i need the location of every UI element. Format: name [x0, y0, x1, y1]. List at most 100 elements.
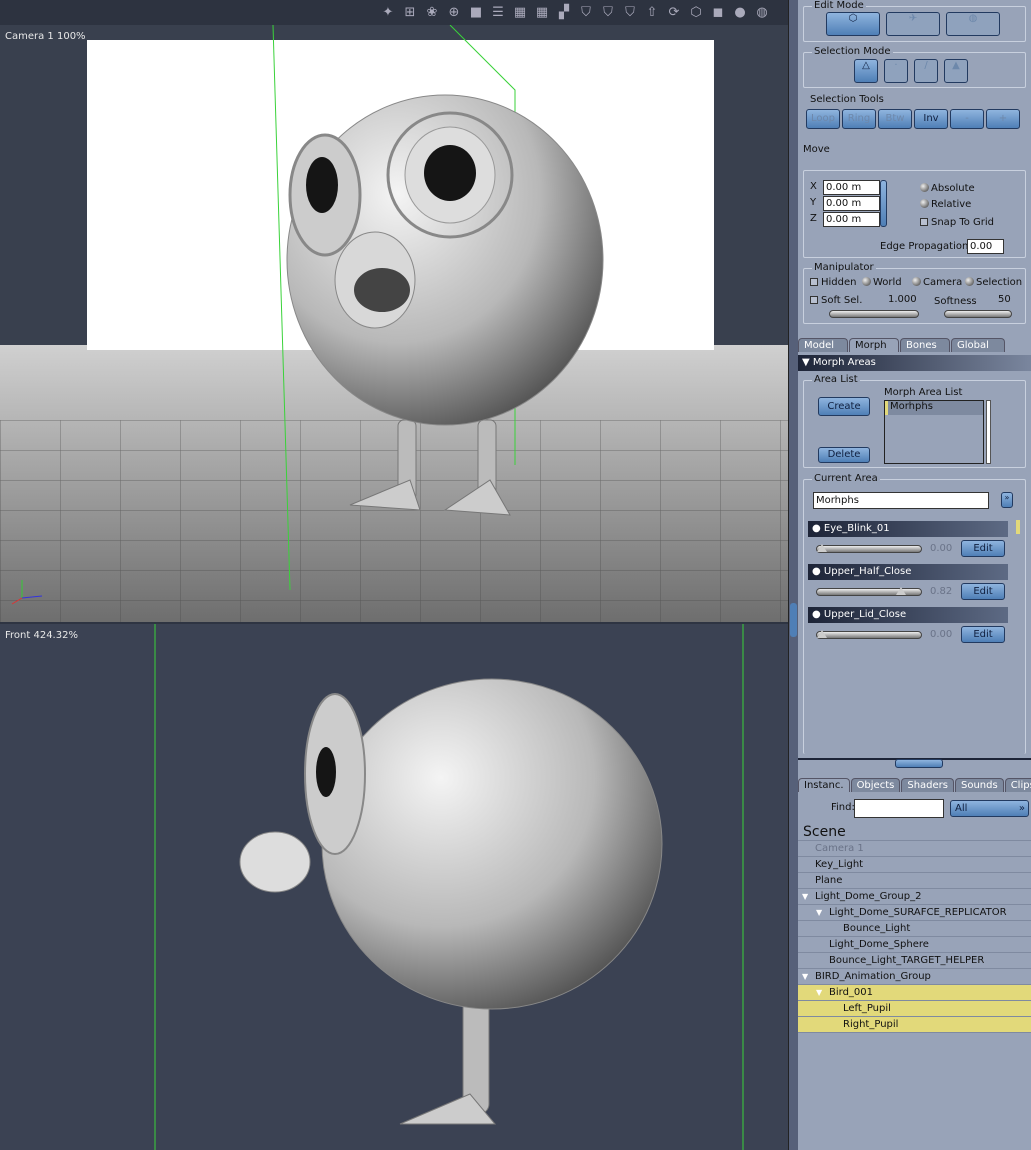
morph-slider[interactable]	[816, 630, 922, 639]
selection-radio[interactable]: Selection	[965, 277, 1022, 288]
pane-divider-handle[interactable]	[895, 759, 943, 768]
select-vertex-face-button[interactable]: △	[854, 59, 878, 83]
tab-morph[interactable]: Morph	[849, 338, 899, 352]
selection-tool-button[interactable]: +	[986, 109, 1020, 129]
find-input[interactable]	[854, 799, 944, 818]
slider-thumb[interactable]	[817, 544, 827, 552]
morph-areas-header[interactable]: ▼ Morph Areas	[798, 355, 1031, 371]
layout-single-icon[interactable]: ■	[468, 5, 484, 21]
layout-split-h-icon[interactable]: ☰	[490, 5, 506, 21]
selection-tool-button[interactable]: Loop	[806, 109, 840, 129]
arrow-up-icon[interactable]: ⇧	[644, 5, 660, 21]
selection-tool-button[interactable]: Inv	[914, 109, 948, 129]
scene-tree-item[interactable]: Bounce_Light_TARGET_HELPER	[798, 953, 1031, 969]
scene-tree-item[interactable]: ▼ Light_Dome_SURAFCE_REPLICATOR	[798, 905, 1031, 921]
disclosure-triangle-icon[interactable]: ▼	[816, 985, 822, 1001]
y-field[interactable]: 0.00 m	[823, 196, 880, 211]
filter-dropdown[interactable]: All »	[950, 800, 1029, 817]
morph-slider[interactable]	[816, 587, 922, 596]
x-field[interactable]: 0.00 m	[823, 180, 880, 195]
camera-radio[interactable]: Camera	[912, 277, 962, 288]
tab-sounds[interactable]: Sounds	[954, 778, 1004, 792]
selection-tool-button[interactable]: Btw	[878, 109, 912, 129]
morph-header[interactable]: ● Upper_Half_Close	[808, 564, 1008, 580]
delete-button[interactable]: Delete	[818, 447, 870, 463]
morph-area-list[interactable]: Morhphs	[884, 400, 984, 464]
edit-morph-button[interactable]: Edit	[961, 540, 1005, 557]
edit-bones-mode-button[interactable]: ✈	[886, 12, 940, 36]
slider-thumb[interactable]	[895, 587, 906, 595]
rotate-icon[interactable]: ⟳	[666, 5, 682, 21]
tab-shaders[interactable]: Shaders	[901, 778, 954, 792]
disclosure-triangle-icon[interactable]: ▼	[802, 969, 808, 985]
tab-objects[interactable]: Objects	[850, 778, 901, 792]
current-area-dropdown[interactable]: »	[1001, 492, 1013, 508]
scene-tree-item[interactable]: Bounce_Light	[798, 921, 1031, 937]
panel-splitter[interactable]	[788, 0, 798, 1150]
morph-scrollbar[interactable]	[1016, 520, 1020, 534]
selection-tool-button[interactable]: Ring	[842, 109, 876, 129]
scene-tree-item[interactable]: Key_Light	[798, 857, 1031, 873]
select-point-button[interactable]: ·	[884, 59, 908, 83]
current-area-field[interactable]: Morhphs	[813, 492, 989, 509]
scene-tree-item[interactable]: Plane	[798, 873, 1031, 889]
disclosure-triangle-icon[interactable]: ▼	[816, 905, 822, 921]
shield-1-icon[interactable]: ⛉	[578, 5, 594, 21]
scene-tree-item[interactable]: Light_Dome_Sphere	[798, 937, 1031, 953]
scene-tree-item[interactable]: ▼ Bird_001	[798, 985, 1031, 1001]
tab-model[interactable]: Model	[798, 338, 848, 352]
scene-tree-item[interactable]: Left_Pupil	[798, 1001, 1031, 1017]
edit-morph-button[interactable]: Edit	[961, 583, 1005, 600]
cube-wire-icon[interactable]: ⬡	[688, 5, 704, 21]
tab-clips[interactable]: Clips	[1004, 778, 1031, 792]
snap-to-grid-checkbox[interactable]: Snap To Grid	[920, 217, 994, 228]
tab-global[interactable]: Global	[951, 338, 1005, 352]
slider-thumb[interactable]	[817, 630, 827, 638]
select-face-button[interactable]: ▲	[944, 59, 968, 83]
scene-tree-item[interactable]: Right_Pupil	[798, 1017, 1031, 1033]
relative-radio[interactable]: Relative	[920, 199, 971, 210]
soft-sel-slider[interactable]	[829, 310, 919, 318]
world-radio[interactable]: World	[862, 277, 902, 288]
front-viewport[interactable]: Front 424.32%	[0, 624, 788, 1150]
soft-sel-checkbox[interactable]: Soft Sel.	[810, 295, 862, 306]
scene-tree-item[interactable]: ▼ Light_Dome_Group_2	[798, 889, 1031, 905]
splitter-handle[interactable]	[790, 603, 797, 637]
morph-area-list-item[interactable]: Morhphs	[885, 401, 983, 415]
tab-bones[interactable]: Bones	[900, 338, 950, 352]
layout-three-icon[interactable]: ▦	[512, 5, 528, 21]
objects-icon[interactable]: ❀	[424, 5, 440, 21]
xyz-stepper[interactable]	[880, 180, 887, 227]
sphere-textured-icon[interactable]: ◍	[754, 5, 770, 21]
hidden-checkbox[interactable]: Hidden	[810, 277, 856, 288]
layout-four-icon[interactable]: ▦	[534, 5, 550, 21]
light-icon[interactable]: ✦	[380, 5, 396, 21]
morph-header[interactable]: ● Upper_Lid_Close	[808, 607, 1008, 623]
morph-header[interactable]: ● Eye_Blink_01	[808, 521, 1008, 537]
absolute-radio[interactable]: Absolute	[920, 183, 975, 194]
softness-slider[interactable]	[944, 310, 1012, 318]
edit-polygon-mode-button[interactable]: ⬡	[826, 12, 880, 36]
cube-solid-icon[interactable]: ◼	[710, 5, 726, 21]
hierarchy-icon[interactable]: ⊞	[402, 5, 418, 21]
tab-instanc[interactable]: Instanc.	[798, 778, 850, 792]
layout-custom-icon[interactable]: ▞	[556, 5, 572, 21]
absolute-label: Absolute	[931, 183, 975, 194]
create-button[interactable]: Create	[818, 397, 870, 416]
edge-propagation-field[interactable]: 0.00	[967, 239, 1004, 254]
sphere-shaded-icon[interactable]: ●	[732, 5, 748, 21]
shield-2-icon[interactable]: ⛉	[600, 5, 616, 21]
list-scrollbar[interactable]	[986, 400, 991, 464]
transform-icon[interactable]: ⊕	[446, 5, 462, 21]
select-edge-button[interactable]: /	[914, 59, 938, 83]
edit-uv-mode-button[interactable]: ◍	[946, 12, 1000, 36]
selection-tool-button[interactable]: -	[950, 109, 984, 129]
disclosure-triangle-icon[interactable]: ▼	[802, 889, 808, 905]
camera-viewport[interactable]: ✦ ⊞ ❀ ⊕ ■ ☰ ▦ ▦ ▞ ⛉ ⛉ ⛉ ⇧ ⟳ ⬡ ◼ ● ◍ Camera 1 100%	[0, 0, 788, 622]
shield-3-icon[interactable]: ⛉	[622, 5, 638, 21]
edit-morph-button[interactable]: Edit	[961, 626, 1005, 643]
morph-slider[interactable]	[816, 544, 922, 553]
scene-tree-item[interactable]: Camera 1	[798, 841, 1031, 857]
z-field[interactable]: 0.00 m	[823, 212, 880, 227]
scene-tree-item[interactable]: ▼ BIRD_Animation_Group	[798, 969, 1031, 985]
